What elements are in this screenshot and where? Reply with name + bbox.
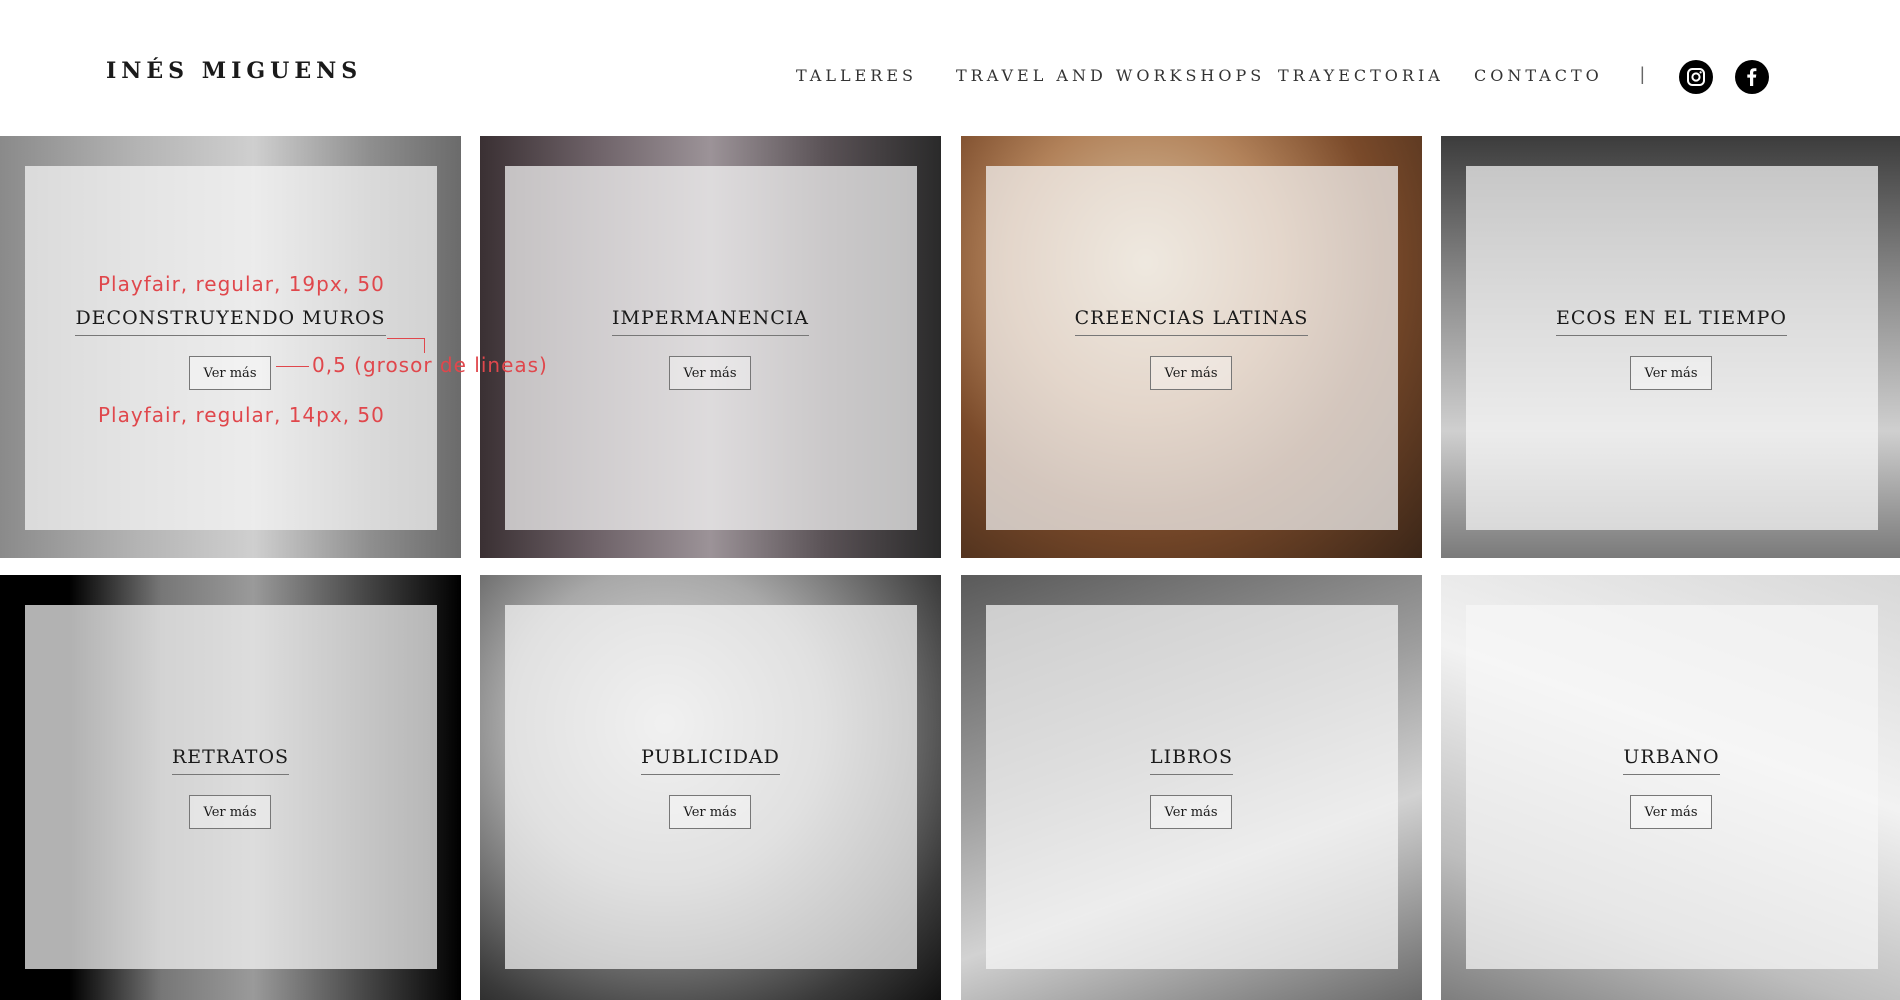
facebook-icon[interactable]	[1735, 60, 1769, 94]
ver-mas-button[interactable]: Ver más	[1630, 356, 1712, 390]
nav-trayectoria[interactable]: TRAYECTORIA	[1278, 66, 1444, 85]
ver-mas-button[interactable]: Ver más	[1150, 356, 1232, 390]
ver-mas-button[interactable]: Ver más	[1630, 795, 1712, 829]
nav-contacto[interactable]: CONTACTO	[1474, 66, 1603, 85]
annotation-button-spec: Playfair, regular, 14px, 50	[98, 403, 385, 427]
nav-travel-and-workshops[interactable]: TRAVEL AND WORKSHOPS	[956, 66, 1265, 85]
tile-overlay	[505, 166, 917, 530]
tile-title: IMPERMANENCIA	[612, 307, 809, 336]
nav-divider: |	[1640, 64, 1645, 84]
project-tile[interactable]: PUBLICIDAD Ver más	[480, 575, 941, 1000]
project-tile[interactable]: ECOS EN EL TIEMPO Ver más	[1441, 136, 1900, 558]
tile-overlay	[986, 166, 1398, 530]
ver-mas-button[interactable]: Ver más	[669, 356, 751, 390]
tile-overlay	[505, 605, 917, 969]
tile-title: ECOS EN EL TIEMPO	[1556, 307, 1787, 336]
ver-mas-button[interactable]: Ver más	[669, 795, 751, 829]
project-tile[interactable]: CREENCIAS LATINAS Ver más	[961, 136, 1422, 558]
annotation-leader-line	[276, 366, 309, 367]
project-tile[interactable]: DECONSTRUYENDO MUROS Ver más	[0, 136, 461, 558]
project-tile[interactable]: IMPERMANENCIA Ver más	[480, 136, 941, 558]
project-tile[interactable]: URBANO Ver más	[1441, 575, 1900, 1000]
nav-talleres[interactable]: TALLERES	[796, 66, 917, 85]
tile-title: LIBROS	[1150, 746, 1233, 775]
ver-mas-button[interactable]: Ver más	[1150, 795, 1232, 829]
ver-mas-button[interactable]: Ver más	[189, 795, 271, 829]
annotation-bracket-top	[387, 338, 425, 339]
tile-overlay	[1466, 605, 1878, 969]
ver-mas-button[interactable]: Ver más	[189, 356, 271, 390]
tile-title: CREENCIAS LATINAS	[1074, 307, 1309, 336]
site-logo[interactable]: INÉS MIGUENS	[106, 58, 362, 84]
site-header: INÉS MIGUENS TALLERES TRAVEL AND WORKSHO…	[0, 0, 1900, 136]
tile-overlay	[1466, 166, 1878, 530]
tile-title: RETRATOS	[171, 746, 290, 775]
annotation-bracket-side	[424, 338, 425, 353]
tile-title: URBANO	[1623, 746, 1720, 775]
annotation-line-spec: 0,5 (grosor de lineas)	[312, 353, 548, 377]
instagram-icon[interactable]	[1679, 60, 1713, 94]
tile-title: DECONSTRUYENDO MUROS	[75, 307, 386, 336]
tile-title: PUBLICIDAD	[641, 746, 780, 775]
tile-overlay	[986, 605, 1398, 969]
tile-overlay	[25, 166, 437, 530]
project-tile[interactable]: LIBROS Ver más	[961, 575, 1422, 1000]
project-tile[interactable]: RETRATOS Ver más	[0, 575, 461, 1000]
tile-overlay	[25, 605, 437, 969]
annotation-title-spec: Playfair, regular, 19px, 50	[98, 272, 385, 296]
